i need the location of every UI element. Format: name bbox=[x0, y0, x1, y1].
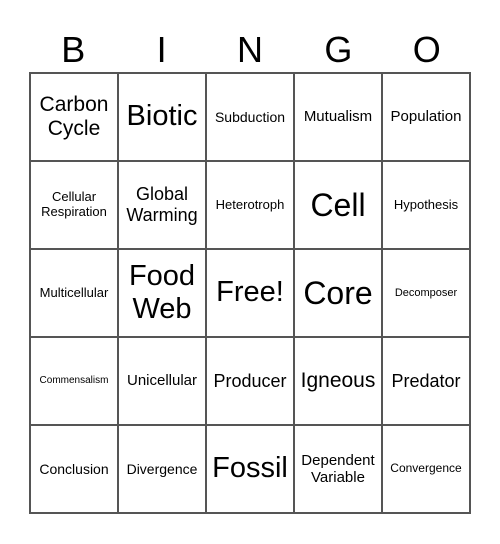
bingo-cell[interactable]: Conclusion bbox=[30, 425, 118, 513]
bingo-cell[interactable]: Divergence bbox=[118, 425, 206, 513]
header-letter-n: N bbox=[236, 29, 263, 70]
bingo-cell[interactable]: Commensalism bbox=[30, 337, 118, 425]
bingo-cell[interactable]: Carbon Cycle bbox=[30, 73, 118, 161]
bingo-board: Carbon Cycle Biotic Subduction Mutualism… bbox=[29, 72, 471, 514]
bingo-cell[interactable]: Cellular Respiration bbox=[30, 161, 118, 249]
free-space[interactable]: Free! bbox=[206, 249, 294, 337]
bingo-cell[interactable]: Decomposer bbox=[382, 249, 470, 337]
bingo-cell[interactable]: Igneous bbox=[294, 337, 382, 425]
bingo-cell[interactable]: Unicellular bbox=[118, 337, 206, 425]
header-letter-i: I bbox=[156, 29, 167, 70]
bingo-cell[interactable]: Hypothesis bbox=[382, 161, 470, 249]
bingo-cell[interactable]: Biotic bbox=[118, 73, 206, 161]
bingo-cell[interactable]: Heterotroph bbox=[206, 161, 294, 249]
bingo-cell[interactable]: Dependent Variable bbox=[294, 425, 382, 513]
bingo-cell[interactable]: Subduction bbox=[206, 73, 294, 161]
bingo-cell[interactable]: Cell bbox=[294, 161, 382, 249]
header-letter-b: B bbox=[61, 29, 86, 70]
bingo-cell[interactable]: Mutualism bbox=[294, 73, 382, 161]
bingo-cell[interactable]: Producer bbox=[206, 337, 294, 425]
bingo-cell[interactable]: Fossil bbox=[206, 425, 294, 513]
header-letter-g: G bbox=[324, 29, 353, 70]
bingo-cell[interactable]: Predator bbox=[382, 337, 470, 425]
bingo-cell[interactable]: Core bbox=[294, 249, 382, 337]
bingo-cell[interactable]: Food Web bbox=[118, 249, 206, 337]
bingo-header: B I N G O bbox=[29, 28, 471, 72]
bingo-cell[interactable]: Population bbox=[382, 73, 470, 161]
header-letter-o: O bbox=[412, 29, 441, 70]
bingo-cell[interactable]: Global Warming bbox=[118, 161, 206, 249]
bingo-cell[interactable]: Convergence bbox=[382, 425, 470, 513]
bingo-cell[interactable]: Multicellular bbox=[30, 249, 118, 337]
